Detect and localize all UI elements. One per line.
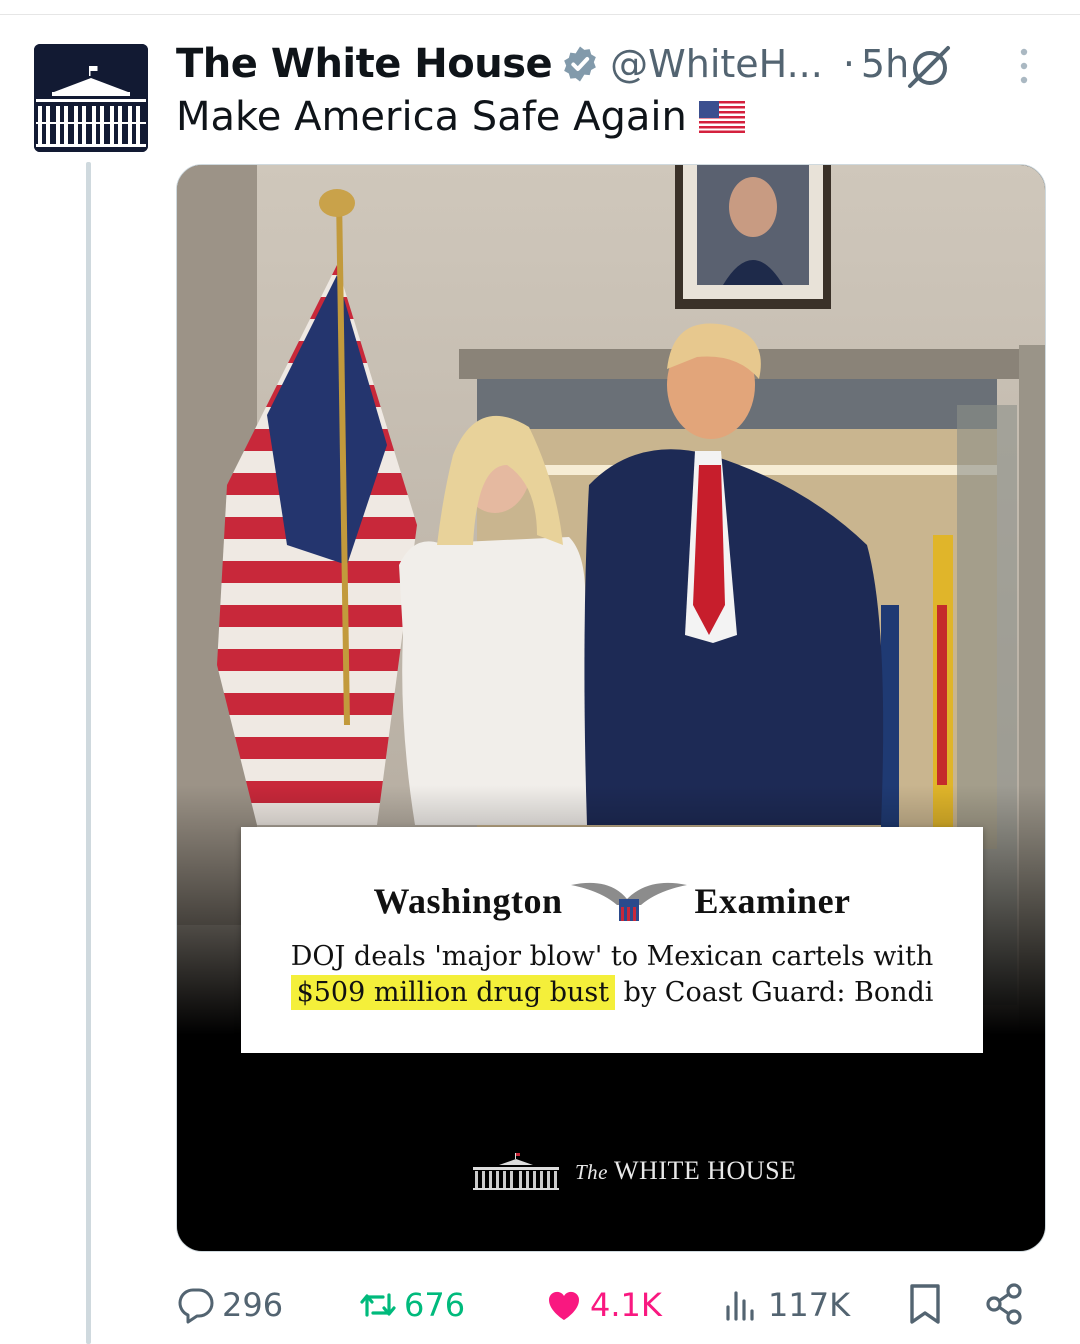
white-house-logo-icon bbox=[34, 44, 148, 152]
grok-icon[interactable] bbox=[904, 42, 954, 92]
headline-highlight: $509 million drug bust bbox=[290, 975, 616, 1010]
white-house-building-icon bbox=[473, 1153, 559, 1190]
views-button[interactable]: 117K bbox=[722, 1282, 850, 1328]
white-house-wordmark: The WHITE HOUSE bbox=[575, 1156, 796, 1186]
timestamp[interactable]: 5h bbox=[861, 42, 909, 86]
wordmark-text: WHITE HOUSE bbox=[614, 1156, 797, 1185]
wordmark-prefix: The bbox=[575, 1160, 608, 1184]
views-count: 117K bbox=[768, 1286, 851, 1324]
repost-button[interactable]: 676 bbox=[358, 1282, 465, 1328]
avatar[interactable] bbox=[34, 44, 148, 152]
bookmark-icon[interactable] bbox=[904, 1282, 946, 1326]
headline-rest: by Coast Guard: Bondi bbox=[623, 977, 934, 1008]
eagle-icon bbox=[570, 882, 687, 921]
handle[interactable]: @WhiteH... bbox=[610, 42, 823, 86]
press-photo bbox=[177, 165, 1045, 1251]
thread-line bbox=[86, 162, 91, 1344]
display-name[interactable]: The White House bbox=[176, 41, 553, 87]
headline-card: Washington Examiner DOJ deals 'major blo… bbox=[241, 827, 983, 1053]
masthead-right: Examiner bbox=[694, 881, 851, 921]
masthead: Washington Examiner bbox=[241, 871, 983, 931]
like-count: 4.1K bbox=[590, 1286, 662, 1324]
repost-count: 676 bbox=[404, 1286, 466, 1324]
more-options-icon[interactable] bbox=[1012, 46, 1036, 86]
repost-icon bbox=[360, 1293, 396, 1317]
top-divider bbox=[0, 14, 1080, 15]
share-icon[interactable] bbox=[984, 1282, 1026, 1326]
white-house-watermark: The WHITE HOUSE bbox=[473, 1149, 796, 1193]
verified-badge-icon[interactable] bbox=[560, 44, 600, 84]
tweet-media[interactable]: Washington Examiner DOJ deals 'major blo… bbox=[176, 164, 1046, 1252]
tweet-header: The White House @WhiteH... · 5h bbox=[176, 36, 909, 92]
us-flag-icon bbox=[698, 101, 745, 133]
views-icon bbox=[726, 1291, 754, 1321]
like-button[interactable]: 4.1K bbox=[544, 1282, 662, 1328]
masthead-left: Washington bbox=[373, 881, 563, 921]
separator-dot: · bbox=[842, 42, 855, 86]
headline-line-2: $509 million drug bust by Coast Guard: B… bbox=[241, 975, 983, 1010]
reply-count: 296 bbox=[222, 1286, 284, 1324]
reply-icon bbox=[178, 1288, 214, 1324]
heart-icon bbox=[548, 1291, 580, 1320]
tweet-text-content: Make America Safe Again bbox=[176, 94, 687, 140]
tweet-text: Make America Safe Again bbox=[176, 94, 745, 140]
reply-button[interactable]: 296 bbox=[176, 1282, 283, 1328]
headline-line-1: DOJ deals 'major blow' to Mexican cartel… bbox=[290, 941, 934, 972]
